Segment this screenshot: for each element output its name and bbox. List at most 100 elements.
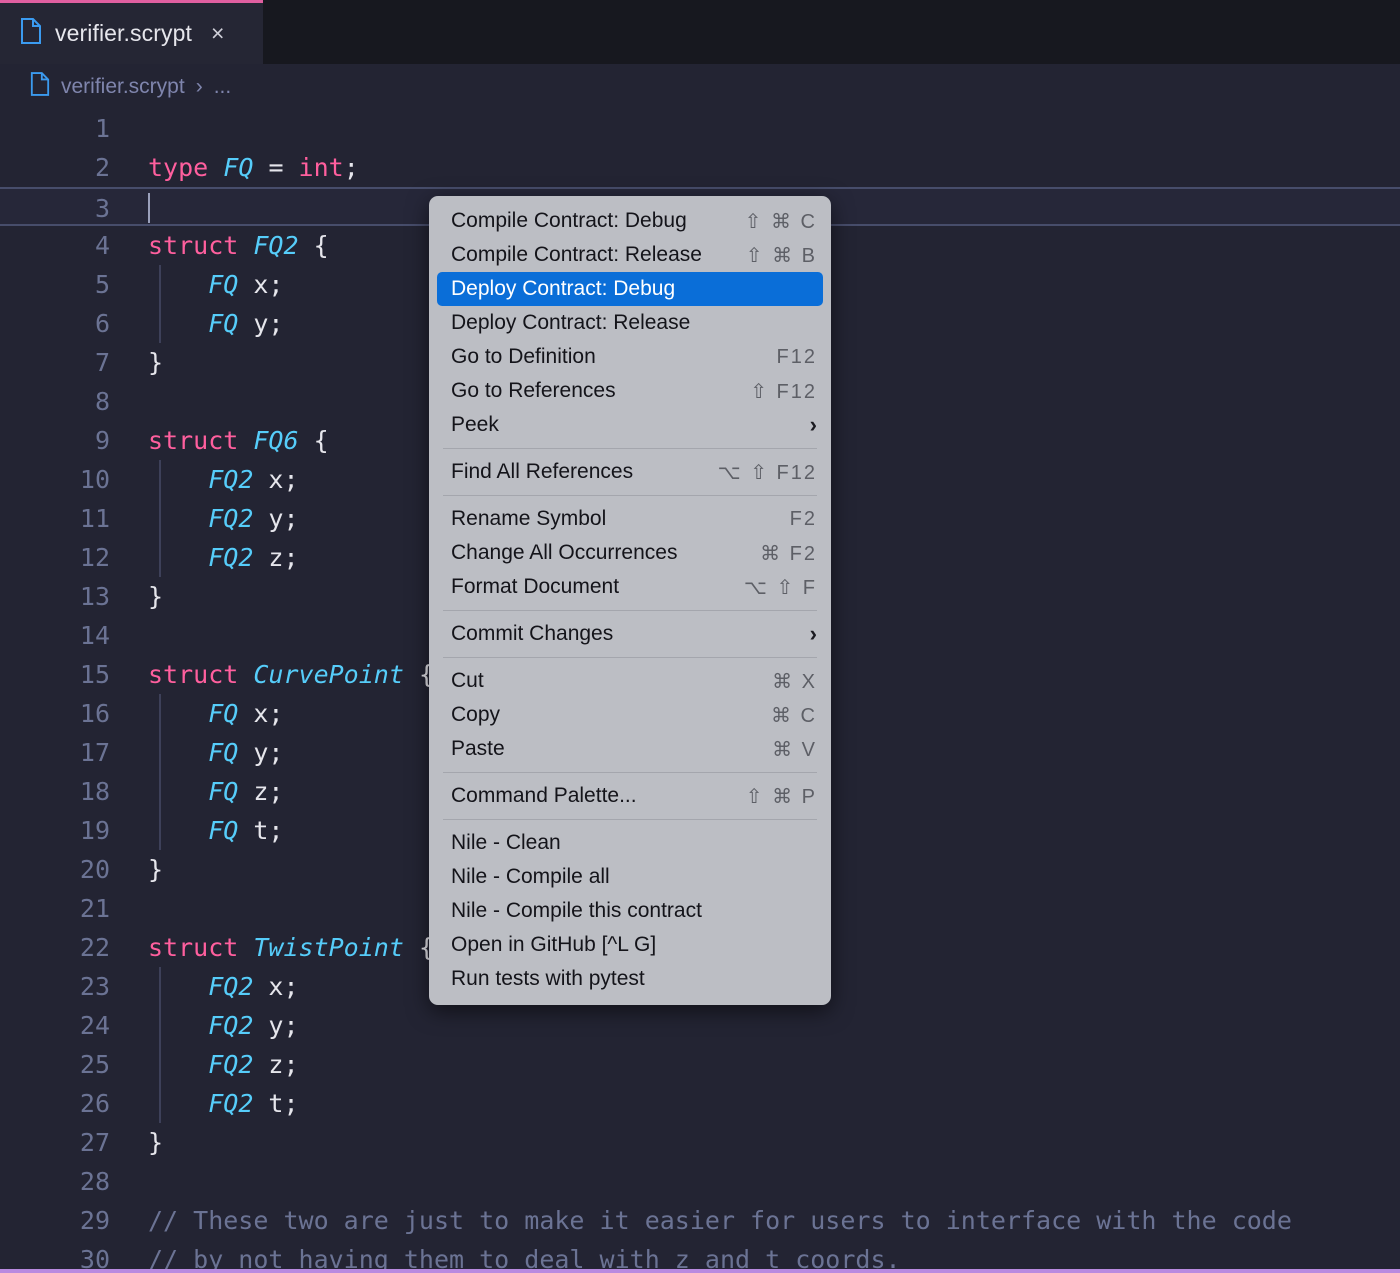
code-token: ; (344, 153, 359, 182)
code-token: y; (238, 738, 283, 767)
line-number: 25 (0, 1045, 110, 1084)
chevron-right-icon: › (810, 621, 817, 647)
code-token (148, 699, 208, 728)
menu-item-shortcut: F12 (777, 346, 817, 369)
code-token (148, 738, 208, 767)
code-token: FQ (208, 270, 238, 299)
code-token: FQ2 (208, 465, 253, 494)
menu-item-label: Compile Contract: Release (451, 243, 746, 267)
code-token: } (148, 348, 163, 377)
menu-item-peek[interactable]: Peek› (429, 408, 831, 442)
menu-item-run-tests-with-pytest[interactable]: Run tests with pytest (429, 962, 831, 996)
line-number: 29 (0, 1201, 110, 1240)
code-token: FQ2 (208, 504, 253, 533)
code-token (148, 816, 208, 845)
code-token: FQ2 (208, 1050, 253, 1079)
code-token: } (148, 1128, 163, 1157)
menu-item-shortcut: ⌘ V (772, 737, 817, 762)
code-token: FQ (208, 816, 238, 845)
indent-guide (159, 460, 161, 499)
code-token: FQ2 (208, 972, 253, 1001)
menu-item-change-all-occurrences[interactable]: Change All Occurrences⌘ F2 (429, 536, 831, 570)
menu-item-go-to-references[interactable]: Go to References⇧ F12 (429, 374, 831, 408)
tab-label: verifier.scrypt (55, 20, 192, 47)
code-token: y; (238, 309, 283, 338)
code-token: = (253, 153, 298, 182)
code-token: type (148, 153, 208, 182)
menu-item-label: Nile - Compile all (451, 865, 817, 889)
menu-item-shortcut: ⌘ X (772, 669, 817, 694)
context-menu[interactable]: Compile Contract: Debug⇧ ⌘ CCompile Cont… (429, 196, 831, 1005)
menu-item-rename-symbol[interactable]: Rename SymbolF2 (429, 502, 831, 536)
menu-item-label: Run tests with pytest (451, 967, 817, 991)
code-token: x; (238, 699, 283, 728)
code-token (148, 309, 208, 338)
code-token: t; (238, 816, 283, 845)
code-token: struct (148, 933, 238, 962)
menu-item-label: Go to Definition (451, 345, 777, 369)
code-token: FQ (208, 309, 238, 338)
code-token: FQ2 (208, 1089, 253, 1118)
code-token (148, 1050, 208, 1079)
menu-item-copy[interactable]: Copy⌘ C (429, 698, 831, 732)
code-token: t; (253, 1089, 298, 1118)
code-line[interactable]: 2type FQ = int; (0, 148, 1400, 187)
menu-item-shortcut: F2 (790, 508, 817, 531)
menu-item-deploy-contract-debug[interactable]: Deploy Contract: Debug (437, 272, 823, 306)
menu-item-shortcut: ⇧ ⌘ C (745, 209, 817, 234)
close-icon[interactable]: × (211, 22, 224, 45)
line-number: 3 (0, 189, 110, 228)
code-token: struct (148, 660, 238, 689)
menu-item-find-all-references[interactable]: Find All References⌥ ⇧ F12 (429, 455, 831, 489)
code-line[interactable]: 25 FQ2 z; (0, 1045, 1400, 1084)
menu-item-paste[interactable]: Paste⌘ V (429, 732, 831, 766)
menu-item-commit-changes[interactable]: Commit Changes› (429, 617, 831, 651)
line-number: 9 (0, 421, 110, 460)
code-token: x; (253, 465, 298, 494)
indent-guide (159, 1006, 161, 1045)
indent-guide (159, 733, 161, 772)
menu-item-nile-compile-this-contract[interactable]: Nile - Compile this contract (429, 894, 831, 928)
line-number: 12 (0, 538, 110, 577)
menu-item-go-to-definition[interactable]: Go to DefinitionF12 (429, 340, 831, 374)
code-token: { (299, 231, 329, 260)
line-number: 1 (0, 109, 110, 148)
breadcrumb-file[interactable]: verifier.scrypt (61, 75, 185, 99)
menu-item-label: Copy (451, 703, 771, 727)
menu-item-label: Go to References (451, 379, 750, 403)
menu-separator (443, 448, 817, 449)
code-token: // These two are just to make it easier … (148, 1206, 1292, 1235)
menu-separator (443, 819, 817, 820)
status-accent-bar (0, 1269, 1400, 1273)
code-token (148, 1011, 208, 1040)
menu-item-label: Nile - Clean (451, 831, 817, 855)
code-line[interactable]: 28 (0, 1162, 1400, 1201)
code-token: FQ6 (253, 426, 298, 455)
indent-guide (159, 694, 161, 733)
code-line[interactable]: 29 // These two are just to make it easie… (0, 1201, 1400, 1240)
breadcrumb-ellipsis[interactable]: ... (214, 75, 232, 99)
menu-item-deploy-contract-release[interactable]: Deploy Contract: Release (429, 306, 831, 340)
line-number: 19 (0, 811, 110, 850)
menu-item-nile-clean[interactable]: Nile - Clean (429, 826, 831, 860)
indent-guide (159, 772, 161, 811)
menu-item-open-in-github-l-g[interactable]: Open in GitHub [^L G] (429, 928, 831, 962)
code-line[interactable]: 1 (0, 109, 1400, 148)
menu-item-format-document[interactable]: Format Document⌥ ⇧ F (429, 570, 831, 604)
menu-item-cut[interactable]: Cut⌘ X (429, 664, 831, 698)
code-token: x; (253, 972, 298, 1001)
line-number: 18 (0, 772, 110, 811)
menu-item-compile-contract-debug[interactable]: Compile Contract: Debug⇧ ⌘ C (429, 204, 831, 238)
code-token (208, 153, 223, 182)
menu-item-compile-contract-release[interactable]: Compile Contract: Release⇧ ⌘ B (429, 238, 831, 272)
code-line[interactable]: 27} (0, 1123, 1400, 1162)
indent-guide (159, 304, 161, 343)
menu-item-command-palette[interactable]: Command Palette...⇧ ⌘ P (429, 779, 831, 813)
menu-item-nile-compile-all[interactable]: Nile - Compile all (429, 860, 831, 894)
chevron-right-icon: › (196, 75, 203, 99)
code-line[interactable]: 26 FQ2 t; (0, 1084, 1400, 1123)
indent-guide (159, 967, 161, 1006)
code-token: y; (253, 1011, 298, 1040)
code-line[interactable]: 24 FQ2 y; (0, 1006, 1400, 1045)
editor-tab-verifier-scrypt[interactable]: verifier.scrypt × (0, 0, 263, 64)
